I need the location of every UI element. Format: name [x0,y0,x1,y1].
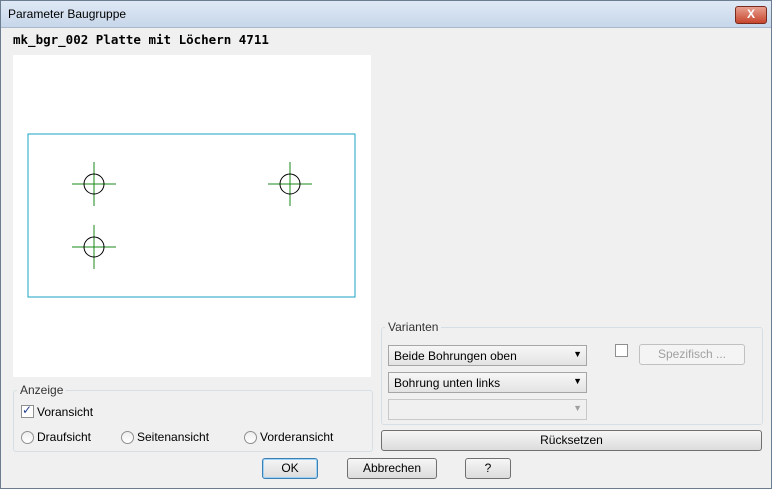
vorderansicht-radio[interactable] [244,431,257,444]
spezifisch-checkbox[interactable] [615,344,628,357]
dialog-window: Parameter Baugruppe X mk_bgr_002 Platte … [0,0,772,489]
window-title: Parameter Baugruppe [8,7,127,21]
ok-button[interactable]: OK [262,458,318,479]
hole-top-left [72,162,116,206]
cancel-button[interactable]: Abbrechen [347,458,437,479]
anzeige-legend: Anzeige [17,383,67,397]
draufsicht-label[interactable]: Draufsicht [37,430,91,444]
vorderansicht-label[interactable]: Vorderansicht [260,430,333,444]
variant-select-2-value: Bohrung unten links [394,376,501,390]
hole-bottom-left [72,225,116,269]
draufsicht-radio[interactable] [21,431,34,444]
variant-select-1[interactable]: Beide Bohrungen oben ▼ [388,345,587,366]
hole-top-right [268,162,312,206]
close-button[interactable]: X [735,6,767,24]
variant-select-2[interactable]: Bohrung unten links ▼ [388,372,587,393]
varianten-legend: Varianten [385,320,442,334]
chevron-down-icon: ▼ [573,349,582,359]
spezifisch-button[interactable]: Spezifisch ... [639,344,745,365]
preview-drawing [27,133,356,298]
seitenansicht-label[interactable]: Seitenansicht [137,430,209,444]
variant-select-1-value: Beide Bohrungen oben [394,349,517,363]
preview-canvas [13,55,371,377]
assembly-heading: mk_bgr_002 Platte mit Löchern 4711 [13,32,269,47]
title-bar[interactable]: Parameter Baugruppe X [1,1,771,28]
voransicht-checkbox[interactable] [21,403,34,418]
chevron-down-icon: ▼ [573,376,582,386]
seitenansicht-radio[interactable] [121,431,134,444]
plate-outline [27,133,356,298]
ruecksetzen-button[interactable]: Rücksetzen [381,430,762,451]
help-button[interactable]: ? [465,458,511,479]
voransicht-label[interactable]: Voransicht [37,405,93,419]
variant-select-3[interactable]: ▼ [388,399,587,420]
chevron-down-icon: ▼ [573,403,582,413]
